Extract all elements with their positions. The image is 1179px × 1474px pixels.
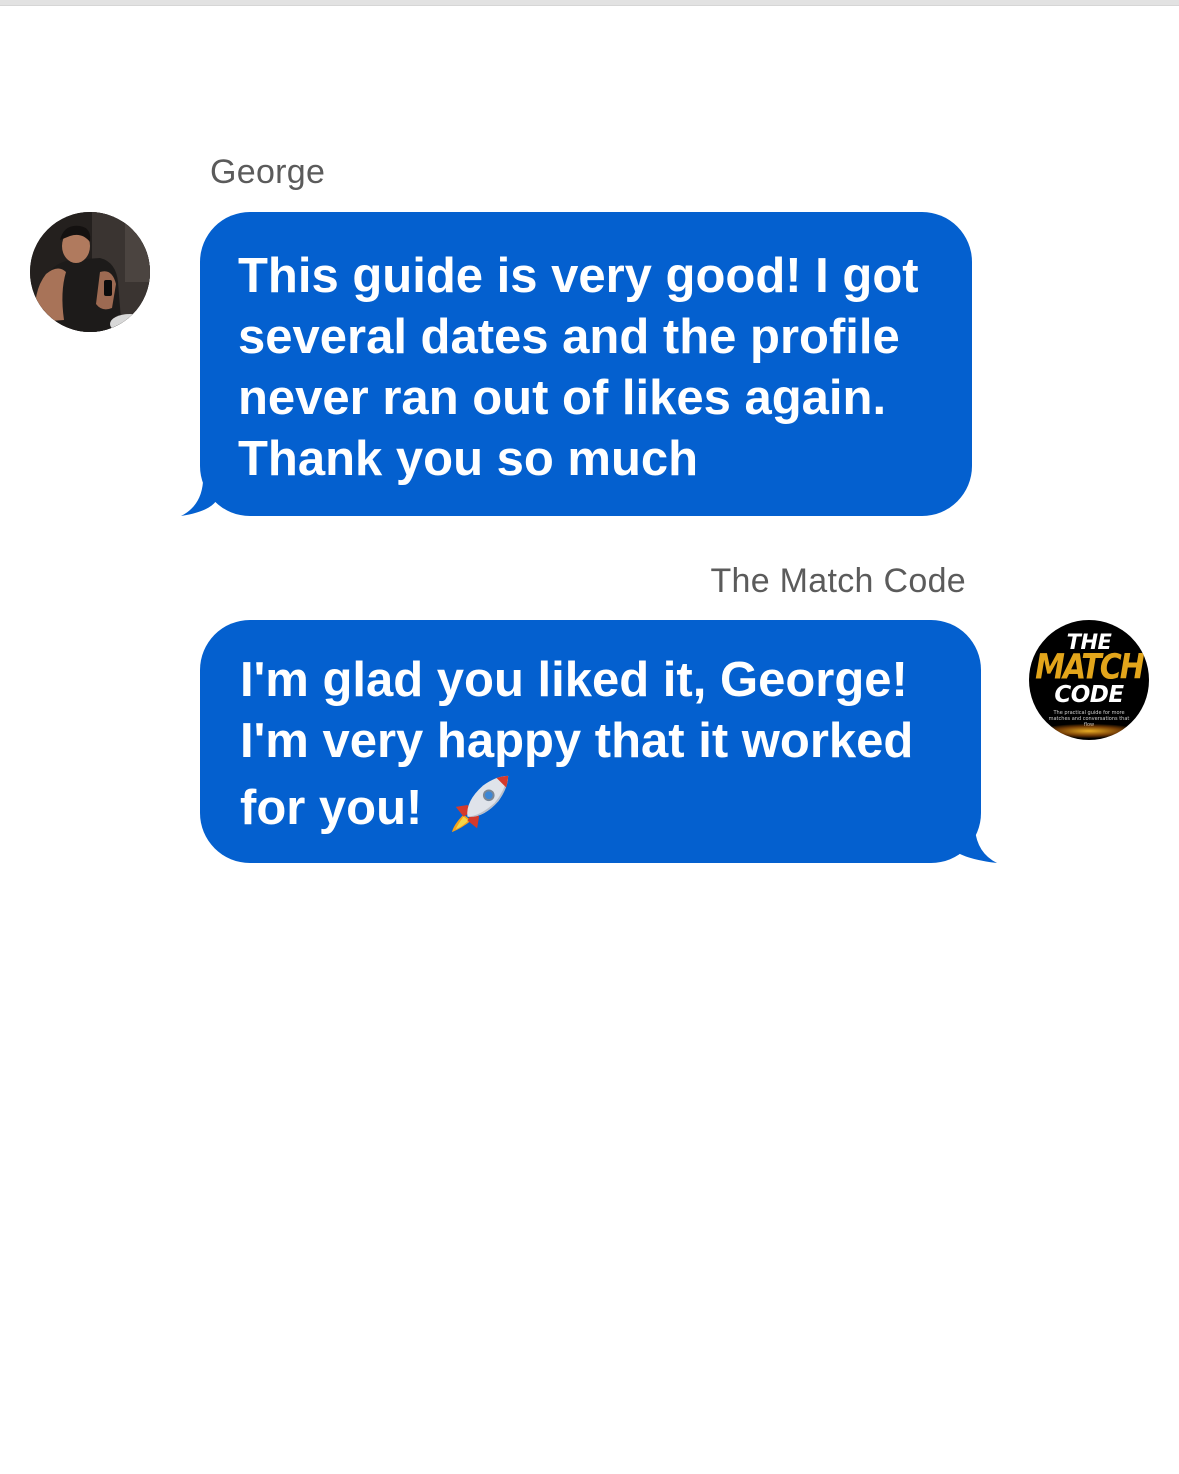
message-text-george: This guide is very good! I got several d… — [238, 249, 919, 486]
the-match-code-avatar[interactable]: THE MATCH CODE The practical guide for m… — [1029, 620, 1149, 740]
george-avatar[interactable] — [30, 212, 150, 332]
message-bubble-the-match-code[interactable]: I'm glad you liked it, George! I'm very … — [200, 620, 981, 863]
rocket-icon — [451, 775, 509, 833]
logo-glow — [1039, 724, 1139, 738]
logo-line-code: CODE — [1054, 682, 1124, 708]
logo-line-match: MATCH — [1035, 647, 1145, 688]
top-divider — [0, 0, 1179, 6]
sender-name-the-match-code: The Match Code — [710, 562, 966, 600]
bubble-tail-right — [945, 795, 997, 863]
person-photo-icon — [30, 212, 150, 332]
message-bubble-george[interactable]: This guide is very good! I got several d… — [200, 212, 972, 516]
bubble-tail-left — [181, 452, 219, 516]
message-text-the-match-code: I'm glad you liked it, George! I'm very … — [240, 653, 914, 835]
sender-name-george: George — [210, 153, 326, 191]
